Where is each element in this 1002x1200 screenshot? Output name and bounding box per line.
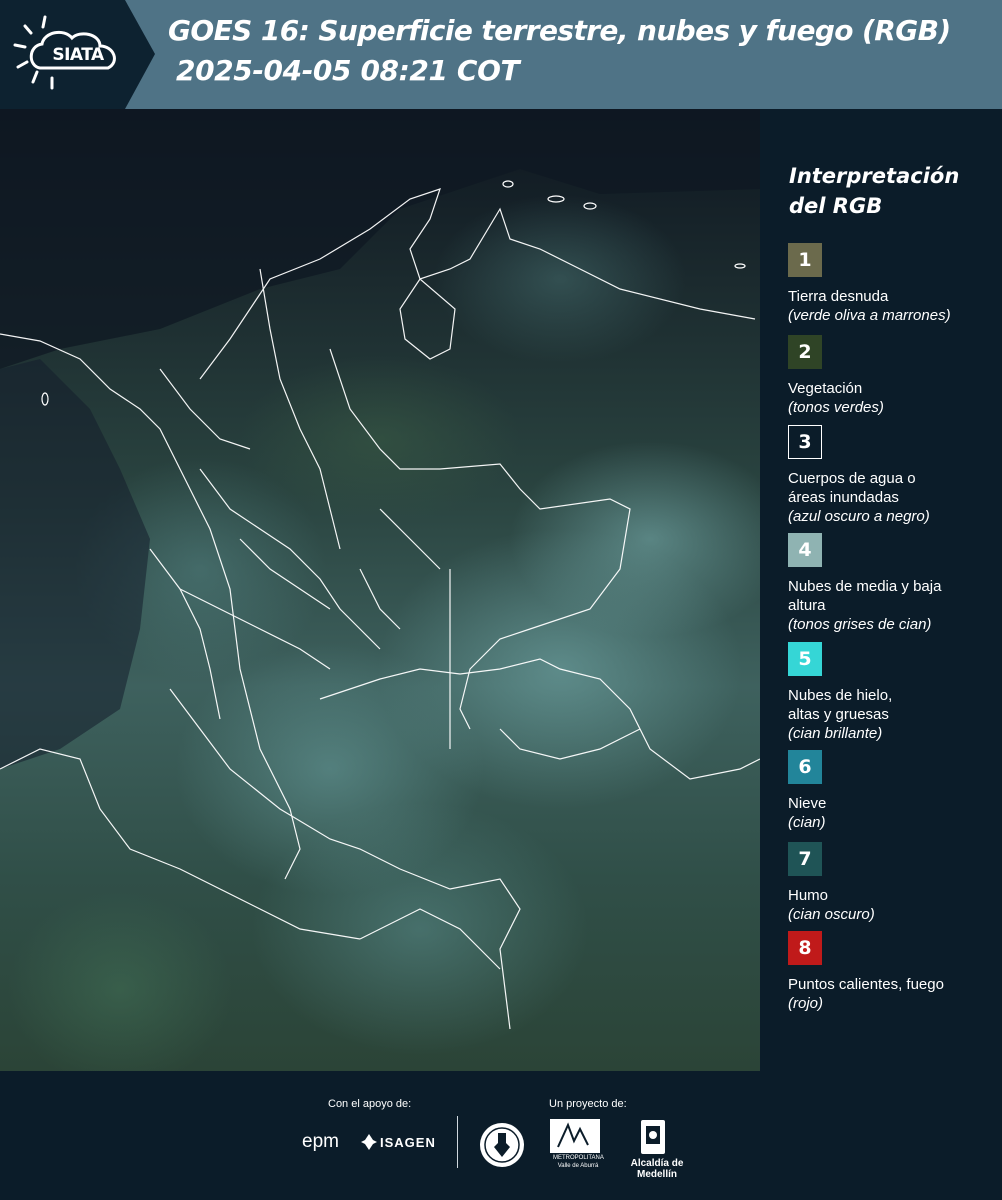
siata-logo[interactable]: SIATA — [0, 0, 155, 109]
legend-item-label: Nubes de media y baja altura — [788, 578, 942, 614]
legend-item-label: Puntos calientes, fuego — [788, 976, 944, 993]
area-metropolitana-logo-icon[interactable] — [550, 1119, 600, 1153]
legend-swatch: 1 — [788, 243, 822, 277]
alcaldia-shield-icon[interactable] — [640, 1119, 666, 1155]
legend-swatch: 4 — [788, 533, 822, 567]
legend-swatch: 5 — [788, 642, 822, 676]
satellite-map[interactable] — [0, 109, 760, 1071]
legend-item-desc: (tonos grises de cian) — [788, 616, 932, 633]
legend-item-vegetation: 2 Vegetación (tonos verdes) — [788, 335, 998, 417]
legend-item-desc: (azul oscuro a negro) — [788, 508, 930, 525]
logo-text: SIATA — [52, 45, 104, 65]
pacific-ocean — [0, 359, 150, 769]
legend-item-smoke: 7 Humo (cian oscuro) — [788, 842, 998, 924]
legend-item-desc: (cian) — [788, 814, 826, 831]
legend-title: Interpretación del RGB — [789, 164, 960, 218]
legend-item-desc: (rojo) — [788, 995, 824, 1012]
legend-item-desc: (tonos verdes) — [788, 399, 884, 416]
university-seal-icon[interactable] — [478, 1121, 526, 1169]
legend-item-ice-clouds: 5 Nubes de hielo, altas y gruesas (cian … — [788, 642, 998, 743]
footer-divider — [457, 1116, 458, 1168]
alcaldia-text: Alcaldía de Medellín — [630, 1158, 684, 1180]
page-timestamp: 2025-04-05 08:21 COT — [176, 54, 520, 87]
epm-logo[interactable]: epm — [302, 1131, 339, 1153]
legend-item-label: Nubes de hielo, altas y gruesas — [788, 687, 893, 723]
legend-swatch: 7 — [788, 842, 822, 876]
legend-item-snow: 6 Nieve (cian) — [788, 750, 998, 832]
legend-panel: Interpretación del RGB 1 Tierra desnuda … — [760, 109, 1002, 1071]
legend-item-water: 3 Cuerpos de agua o áreas inundadas (azu… — [788, 425, 998, 526]
legend-item-label: Nieve — [788, 795, 827, 812]
legend-swatch: 3 — [788, 425, 822, 459]
legend-item-mid-clouds: 4 Nubes de media y baja altura (tonos gr… — [788, 533, 998, 634]
legend-swatch: 8 — [788, 931, 822, 965]
legend-swatch: 6 — [788, 750, 822, 784]
isagen-logo[interactable]: ISAGEN — [380, 1135, 436, 1150]
area-metropolitana-text: METROPOLITANA Valle de Aburrá — [553, 1155, 604, 1169]
legend-item-label: Humo — [788, 887, 829, 904]
footer: Con el apoyo de: Un proyecto de: epm ISA… — [0, 1071, 1002, 1200]
support-label: Con el apoyo de: — [328, 1098, 412, 1110]
legend-item-bare-land: 1 Tierra desnuda (verde oliva a marrones… — [788, 243, 998, 325]
legend-item-desc: (verde oliva a marrones) — [788, 307, 951, 324]
caribbean-sea — [0, 109, 760, 369]
legend-item-label: Cuerpos de agua o áreas inundadas — [788, 470, 916, 506]
legend-item-desc: (cian brillante) — [788, 725, 883, 742]
header-bar: SIATA GOES 16: Superficie terrestre, nub… — [0, 0, 1002, 109]
legend-item-label: Tierra desnuda — [788, 288, 889, 305]
map-borders-overlay — [0, 109, 760, 1030]
legend-item-desc: (cian oscuro) — [788, 906, 875, 923]
legend-item-label: Vegetación — [788, 380, 863, 397]
legend-item-fire: 8 Puntos calientes, fuego (rojo) — [788, 931, 998, 1013]
project-label: Un proyecto de: — [549, 1098, 627, 1110]
page-title: GOES 16: Superficie terrestre, nubes y f… — [168, 14, 951, 47]
legend-swatch: 2 — [788, 335, 822, 369]
isagen-mark-icon — [361, 1134, 377, 1150]
